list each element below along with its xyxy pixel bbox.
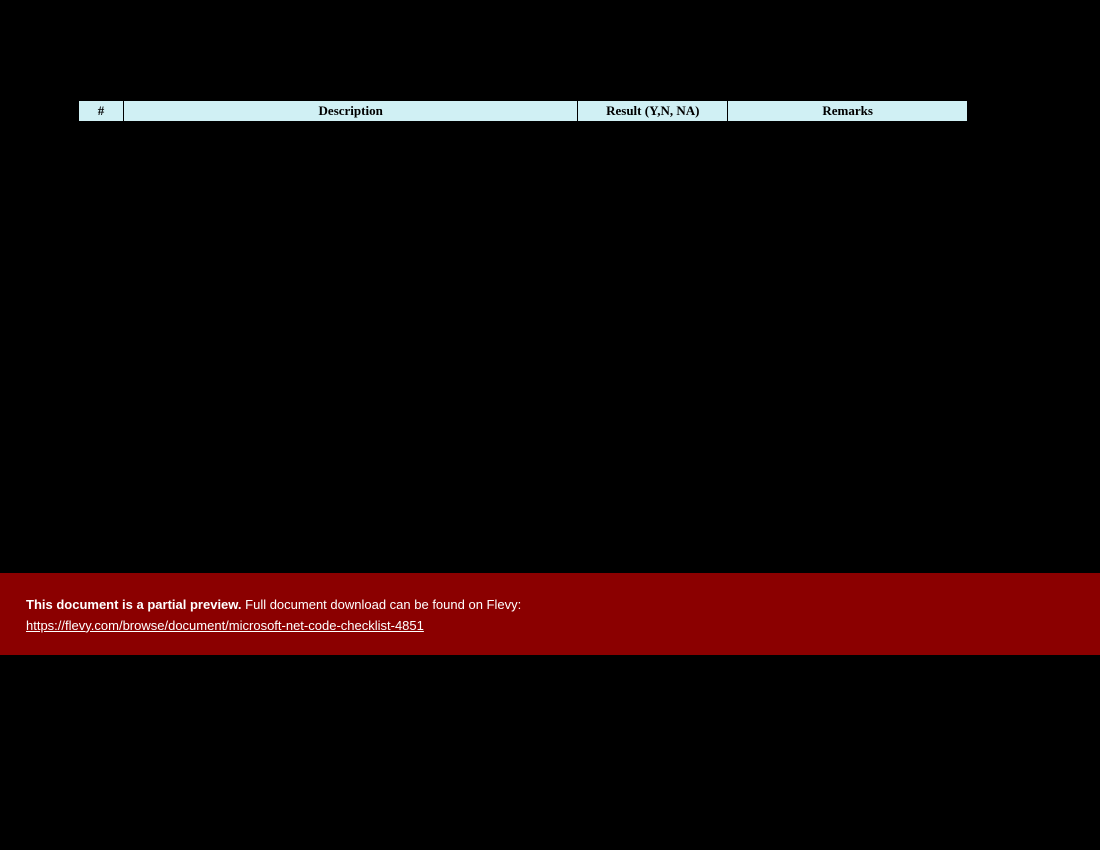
preview-link[interactable]: https://flevy.com/browse/document/micros… — [26, 618, 424, 633]
preview-bold-text: This document is a partial preview. — [26, 597, 242, 612]
checklist-table-container: # Description Result (Y,N, NA) Remarks — [78, 100, 968, 122]
header-number: # — [79, 101, 124, 122]
checklist-table: # Description Result (Y,N, NA) Remarks — [78, 100, 968, 122]
header-description: Description — [123, 101, 577, 122]
header-remarks: Remarks — [728, 101, 968, 122]
header-result: Result (Y,N, NA) — [578, 101, 728, 122]
preview-banner: This document is a partial preview. Full… — [0, 573, 1100, 655]
preview-rest-text: Full document download can be found on F… — [242, 597, 522, 612]
table-header-row: # Description Result (Y,N, NA) Remarks — [79, 101, 968, 122]
